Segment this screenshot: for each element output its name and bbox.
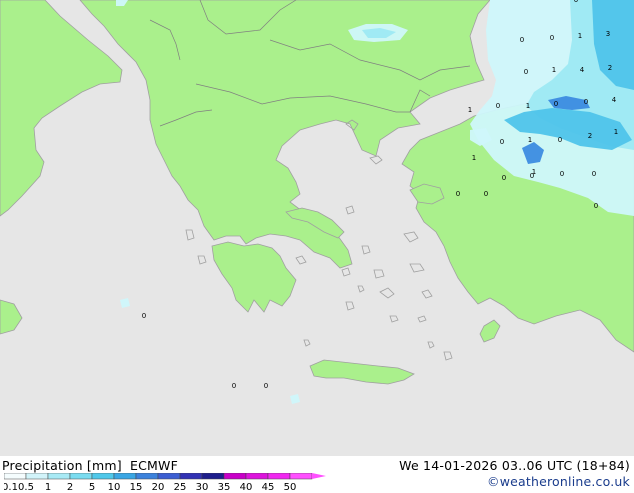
model-name: ECMWF <box>130 458 178 473</box>
map-value-29: 0 <box>484 190 488 198</box>
map-value-31: 1 <box>472 154 476 162</box>
map-value-22: 0 <box>592 170 596 178</box>
scale-swatch-3 <box>69 473 93 480</box>
scale-swatch-8 <box>179 473 203 480</box>
map-value-5: 1 <box>552 66 556 74</box>
map-value-16: 0 <box>558 136 562 144</box>
map-value-23: 0 <box>594 202 598 210</box>
map-value-3: 3 <box>606 30 610 38</box>
map-value-0: 0 <box>520 36 524 44</box>
map-value-25: 0 <box>232 382 236 390</box>
map-value-1: 0 <box>550 34 554 42</box>
weather-map-frame: 00130142101004010210000000000011 Precipi… <box>0 0 634 493</box>
scale-label-10: 35 <box>218 482 231 493</box>
credit-link[interactable]: ©weatheronline.co.uk <box>487 474 630 489</box>
map-value-24: 0 <box>142 312 146 320</box>
scale-label-3: 2 <box>67 482 73 493</box>
map-value-8: 1 <box>468 106 472 114</box>
scale-swatch-4 <box>91 473 115 480</box>
scale-label-13: 50 <box>284 482 297 493</box>
scale-label-1: 0.5 <box>18 482 34 493</box>
map-value-18: 1 <box>614 128 618 136</box>
scale-label-0: 0.1 <box>4 482 18 493</box>
scale-swatch-12 <box>267 473 291 480</box>
map-value-30: 1 <box>532 168 536 176</box>
legend-title: Precipitation [mm] <box>2 458 122 473</box>
map-value-14: 0 <box>500 138 504 146</box>
map-value-4: 0 <box>524 68 528 76</box>
scale-swatch-9 <box>201 473 225 480</box>
map-value-28: 0 <box>456 190 460 198</box>
scale-arrow <box>312 473 326 479</box>
scale-label-11: 40 <box>240 482 253 493</box>
scale-swatch-0 <box>4 473 27 480</box>
scale-label-2: 1 <box>45 482 51 493</box>
map-value-12: 0 <box>584 98 588 106</box>
map-value-15: 1 <box>528 136 532 144</box>
map-value-2: 1 <box>578 32 582 40</box>
scale-label-8: 25 <box>174 482 187 493</box>
map-value-11: 0 <box>554 100 558 108</box>
map-value-21: 0 <box>560 170 564 178</box>
map-value-10: 1 <box>526 102 530 110</box>
scale-swatch-6 <box>135 473 159 480</box>
color-scale: 0.1 0.5 1 2 5 10 15 20 25 30 35 40 45 50 <box>4 473 326 493</box>
scale-label-7: 20 <box>152 482 165 493</box>
map-value-7: 2 <box>608 64 612 72</box>
scale-swatch-2 <box>47 473 71 480</box>
scale-swatch-10 <box>223 473 247 480</box>
precipitation-map: 0 0 1 30 1 4 21 0 1 0 0 40 1 0 2 10 0 0 0000 000 011 <box>0 0 634 456</box>
scale-swatch-7 <box>157 473 181 480</box>
scale-swatch-11 <box>245 473 269 480</box>
valid-time: We 14-01-2026 03..06 UTC (18+84) <box>399 458 630 473</box>
map-value-13: 4 <box>612 96 617 104</box>
scale-label-6: 15 <box>130 482 143 493</box>
map-value-6: 4 <box>580 66 585 74</box>
scale-label-5: 10 <box>108 482 121 493</box>
map-value-9: 0 <box>496 102 500 110</box>
scale-label-9: 30 <box>196 482 209 493</box>
map-value-17: 2 <box>588 132 592 140</box>
scale-swatch-1 <box>25 473 49 480</box>
scale-swatch-5 <box>113 473 137 480</box>
map-value-19: 0 <box>502 174 506 182</box>
map-value-26: 0 <box>264 382 268 390</box>
scale-label-4: 5 <box>89 482 95 493</box>
scale-label-12: 45 <box>262 482 275 493</box>
scale-swatch-13 <box>289 473 313 480</box>
map-value-27: 0 <box>574 0 578 4</box>
